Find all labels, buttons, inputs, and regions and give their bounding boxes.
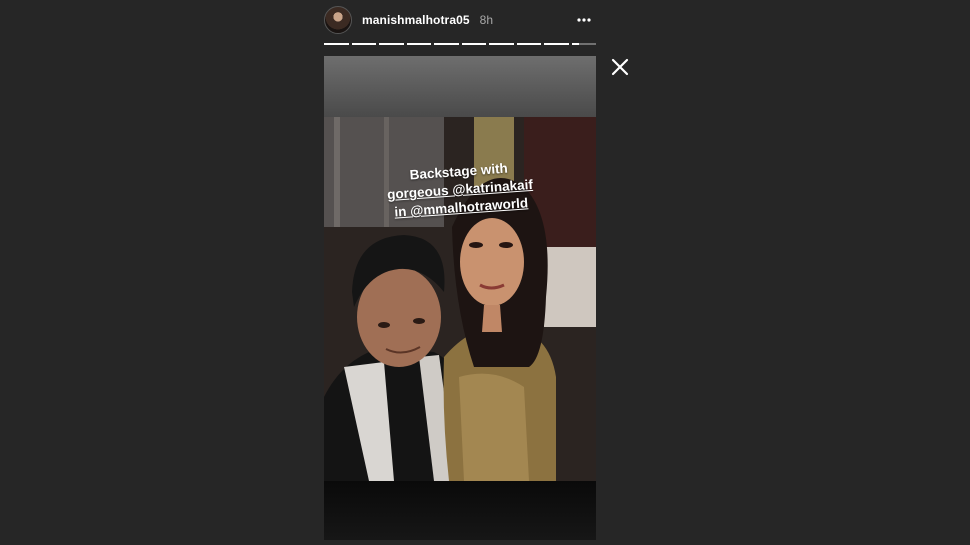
progress-segment-fill xyxy=(516,43,541,45)
timestamp: 8h xyxy=(479,13,493,27)
story-media[interactable]: Backstage with gorgeous @katrinakaif in … xyxy=(324,56,596,540)
progress-segment-fill xyxy=(324,43,349,45)
progress-segment xyxy=(324,43,349,45)
progress-segment-fill xyxy=(544,43,569,45)
progress-segment-fill xyxy=(461,43,486,45)
username[interactable]: manishmalhotra05 xyxy=(362,13,470,27)
progress-segment-fill xyxy=(434,43,459,45)
progress-segment-fill xyxy=(379,43,404,45)
progress-segment-fill xyxy=(489,43,514,45)
story-top-band xyxy=(324,56,596,117)
progress-segment xyxy=(379,43,404,45)
progress-segment xyxy=(489,43,514,45)
progress-segment xyxy=(461,43,486,45)
story-photo: Backstage with gorgeous @katrinakaif in … xyxy=(324,117,596,481)
progress-segment-fill xyxy=(571,43,579,45)
avatar[interactable] xyxy=(324,6,352,34)
progress-segment-fill xyxy=(351,43,376,45)
progress-segment-fill xyxy=(406,43,431,45)
close-icon[interactable] xyxy=(610,57,630,77)
story-bottom-band xyxy=(324,481,596,540)
story-progress xyxy=(324,43,596,45)
story-viewer: manishmalhotra05 8h Backstage with gorge… xyxy=(0,0,970,545)
progress-segment xyxy=(406,43,431,45)
story-header: manishmalhotra05 8h xyxy=(324,5,596,35)
more-options-icon[interactable] xyxy=(576,12,592,28)
progress-segment xyxy=(516,43,541,45)
progress-segment xyxy=(434,43,459,45)
progress-segment xyxy=(351,43,376,45)
progress-segment xyxy=(544,43,569,45)
progress-segment xyxy=(571,43,596,45)
